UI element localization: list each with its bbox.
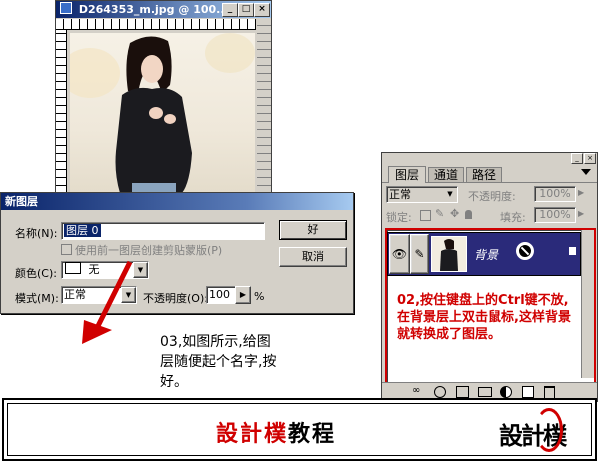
tutorial-banner: 設計樸教程 設計樸 (2, 398, 597, 461)
banner-title-red: 設計樸 (216, 422, 289, 447)
red-pointer-arrow (82, 260, 133, 344)
banner-title-black: 教程 (288, 422, 337, 447)
site-logo: 設計樸 (495, 406, 585, 454)
step-03-note: 03,如图所示,给图层随便起个名字,按好。 (160, 334, 277, 390)
logo-red-swoosh-icon (535, 408, 563, 452)
banner-title: 設計樸教程 (216, 416, 336, 448)
arrow-shaft (95, 260, 133, 328)
